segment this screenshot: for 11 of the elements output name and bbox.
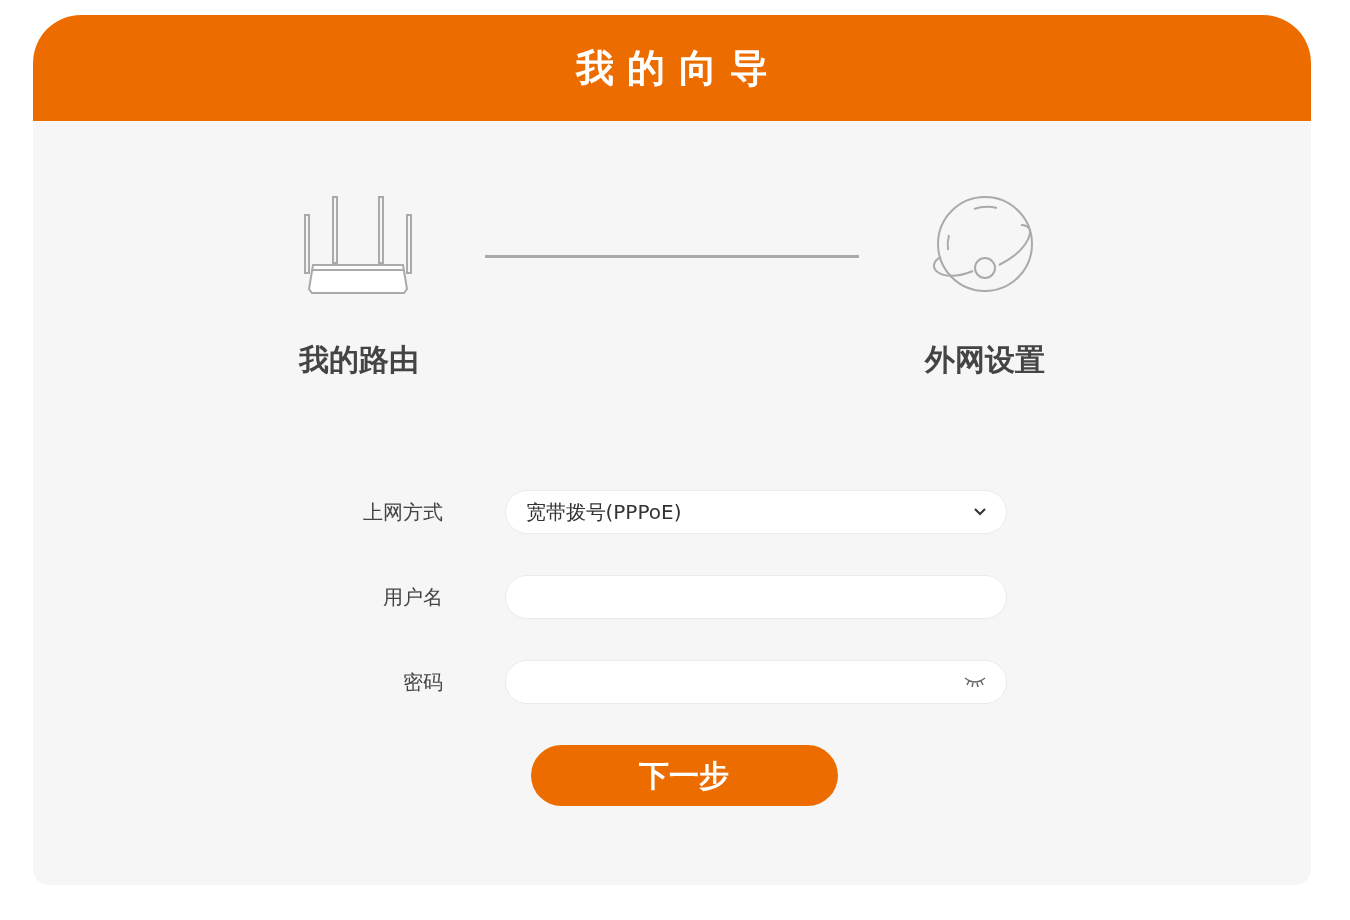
connection-type-select[interactable]: 宽带拨号(PPPoE) (504, 490, 1007, 534)
chevron-down-icon (973, 508, 986, 516)
step-label: 我的路由 (299, 341, 419, 379)
eye-closed-icon[interactable] (963, 676, 986, 688)
router-icon (303, 195, 415, 297)
field-label: 密码 (401, 669, 443, 696)
field-label: 上网方式 (361, 499, 443, 526)
password-field[interactable] (504, 660, 1007, 704)
header-title: 我 的 向 导 (576, 44, 768, 92)
step-label: 外网设置 (925, 341, 1045, 379)
field-label: 用户名 (381, 584, 443, 611)
